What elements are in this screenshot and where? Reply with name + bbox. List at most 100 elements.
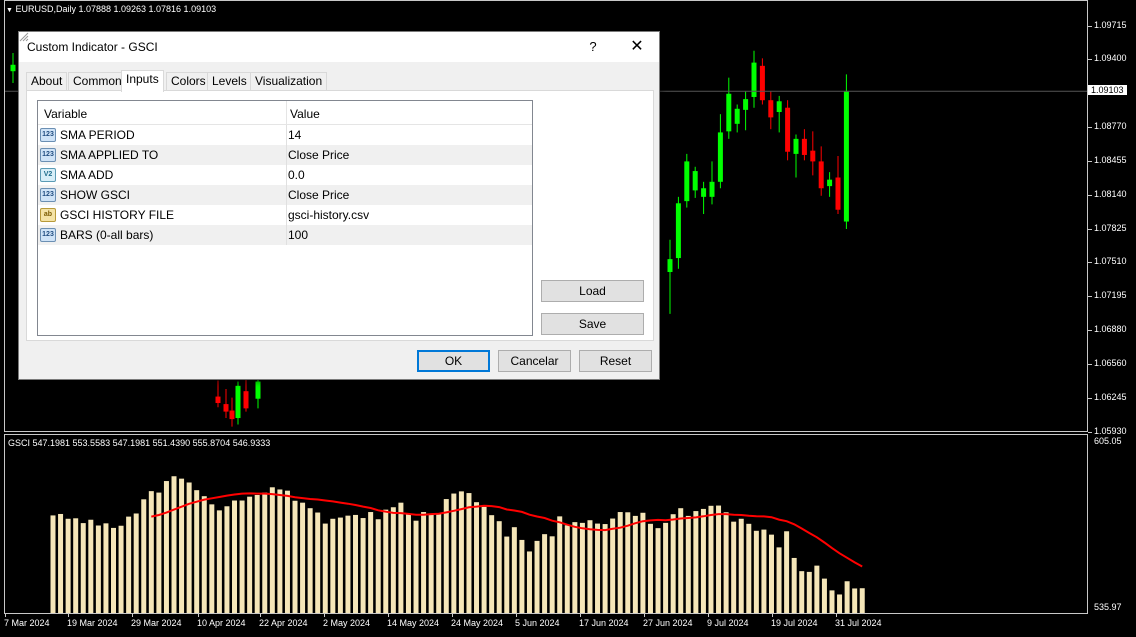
gsci-bar xyxy=(700,508,706,614)
time-axis[interactable]: 7 Mar 2024 19 Mar 2024 29 Mar 2024 10 Apr 2… xyxy=(0,614,1088,637)
gsci-bar xyxy=(133,513,139,614)
integer-type-icon: 123 xyxy=(40,228,56,242)
gsci-bar xyxy=(534,540,540,614)
gsci-bar xyxy=(693,511,699,614)
terminal-window: ▼ EURUSD,Daily 1.07888 1.09263 1.07816 1… xyxy=(0,0,1136,637)
time-axis-label: 17 Jun 2024 xyxy=(579,618,629,628)
gsci-bar xyxy=(103,523,109,614)
gsci-bar xyxy=(262,492,268,614)
resize-grip-icon[interactable] xyxy=(19,32,29,42)
param-value[interactable]: 100 xyxy=(288,228,308,242)
price-axis-tick xyxy=(1088,296,1092,298)
gsci-bar xyxy=(179,478,185,614)
price-axis-label: 1.06880 xyxy=(1094,323,1127,334)
time-axis-label: 14 May 2024 xyxy=(387,618,440,628)
tab-colors[interactable]: Colors xyxy=(166,72,211,90)
price-axis-tick xyxy=(1088,127,1092,129)
chart-menu-triangle-icon[interactable]: ▼ xyxy=(6,7,13,14)
price-axis-label: 1.09715 xyxy=(1094,19,1127,30)
dialog-titlebar[interactable]: Custom Indicator - GSCI ? ✕ xyxy=(19,32,659,62)
bullish-candle xyxy=(692,171,698,191)
param-row[interactable]: ab GSCI HISTORY FILE gsci-history.csv xyxy=(38,205,532,225)
integer-type-icon: 123 xyxy=(40,188,56,202)
param-row[interactable]: 123 SHOW GSCI Close Price xyxy=(38,185,532,205)
gsci-bar xyxy=(186,482,192,614)
row-separator xyxy=(286,185,287,205)
bullish-candle xyxy=(776,101,782,113)
bullish-candle xyxy=(726,93,732,132)
gsci-bar xyxy=(398,502,404,614)
row-separator xyxy=(286,165,287,185)
column-separator[interactable] xyxy=(286,101,287,125)
gsci-bar xyxy=(111,527,117,614)
param-value[interactable]: Close Price xyxy=(288,148,349,162)
bullish-candle xyxy=(684,161,690,202)
price-axis-label: 1.06245 xyxy=(1094,392,1127,403)
column-header-variable[interactable]: Variable xyxy=(44,107,87,121)
close-button[interactable]: ✕ xyxy=(617,32,657,62)
gsci-bar xyxy=(655,528,661,614)
gsci-bar xyxy=(481,506,487,614)
gsci-bar xyxy=(784,531,790,614)
gsci-bar xyxy=(640,512,646,614)
gsci-bar xyxy=(610,518,616,614)
param-value[interactable]: gsci-history.csv xyxy=(288,208,369,222)
integer-type-icon: 123 xyxy=(40,148,56,162)
gsci-bar xyxy=(375,519,381,614)
gsci-bar xyxy=(148,491,154,614)
param-name: SHOW GSCI xyxy=(60,188,131,202)
time-axis-tick xyxy=(260,614,261,617)
gsci-bar xyxy=(224,506,230,614)
grid-header: Variable Value xyxy=(38,101,532,125)
gsci-bar xyxy=(595,523,601,614)
gsci-bar xyxy=(171,476,177,614)
gsci-bar xyxy=(368,512,374,614)
gsci-bar xyxy=(156,492,162,614)
param-value[interactable]: 0.0 xyxy=(288,168,305,182)
bearish-candle xyxy=(215,396,221,404)
gsci-indicator-canvas xyxy=(50,476,865,614)
time-axis-label: 2 May 2024 xyxy=(323,618,371,628)
gsci-bar xyxy=(814,565,820,614)
gsci-bar xyxy=(383,509,389,614)
time-axis-label: 5 Jun 2024 xyxy=(515,618,560,628)
gsci-bar xyxy=(353,514,359,614)
param-row[interactable]: 123 BARS (0-all bars) 100 xyxy=(38,225,532,245)
gsci-bar xyxy=(443,499,449,614)
load-button[interactable]: Load xyxy=(541,280,644,302)
time-axis-label: 27 Jun 2024 xyxy=(643,618,693,628)
cancel-button[interactable]: Cancelar xyxy=(498,350,571,372)
double-type-icon: V2 xyxy=(40,168,56,182)
gsci-bar xyxy=(852,588,858,614)
gsci-bar xyxy=(80,523,86,614)
gsci-bar xyxy=(95,525,101,614)
gsci-indicator-pane[interactable] xyxy=(0,434,1088,614)
param-row[interactable]: 123 SMA PERIOD 14 xyxy=(38,125,532,145)
reset-button[interactable]: Reset xyxy=(579,350,652,372)
bullish-candle xyxy=(235,385,241,419)
tab-levels[interactable]: Levels xyxy=(207,72,252,90)
price-axis[interactable]: 1.09715 1.09400 1.08770 1.08455 1.08140 1.078… xyxy=(1088,0,1136,436)
help-button[interactable]: ? xyxy=(573,32,613,62)
param-row[interactable]: 123 SMA APPLIED TO Close Price xyxy=(38,145,532,165)
ok-button[interactable]: OK xyxy=(417,350,490,372)
custom-indicator-dialog: Custom Indicator - GSCI ? ✕ About Common… xyxy=(18,31,660,380)
bearish-candle xyxy=(810,150,816,162)
price-axis-label: 1.08140 xyxy=(1094,188,1127,199)
tab-inputs[interactable]: Inputs xyxy=(121,70,164,92)
column-header-value[interactable]: Value xyxy=(290,107,320,121)
param-value[interactable]: 14 xyxy=(288,128,301,142)
bearish-candle xyxy=(785,107,791,152)
gsci-bar xyxy=(284,490,290,614)
gsci-bar xyxy=(322,523,328,614)
param-row[interactable]: V2 SMA ADD 0.0 xyxy=(38,165,532,185)
tab-about[interactable]: About xyxy=(26,72,68,90)
tab-common[interactable]: Common xyxy=(68,72,127,90)
tab-visualization[interactable]: Visualization xyxy=(250,72,328,90)
bullish-candle xyxy=(10,64,16,72)
save-button[interactable]: Save xyxy=(541,313,644,335)
time-axis-label: 31 Jul 2024 xyxy=(835,618,882,628)
param-value[interactable]: Close Price xyxy=(288,188,349,202)
gsci-axis[interactable]: 605.05 535.97 xyxy=(1088,434,1136,614)
chart-symbol-header: ▼ EURUSD,Daily 1.07888 1.09263 1.07816 1… xyxy=(6,4,216,14)
